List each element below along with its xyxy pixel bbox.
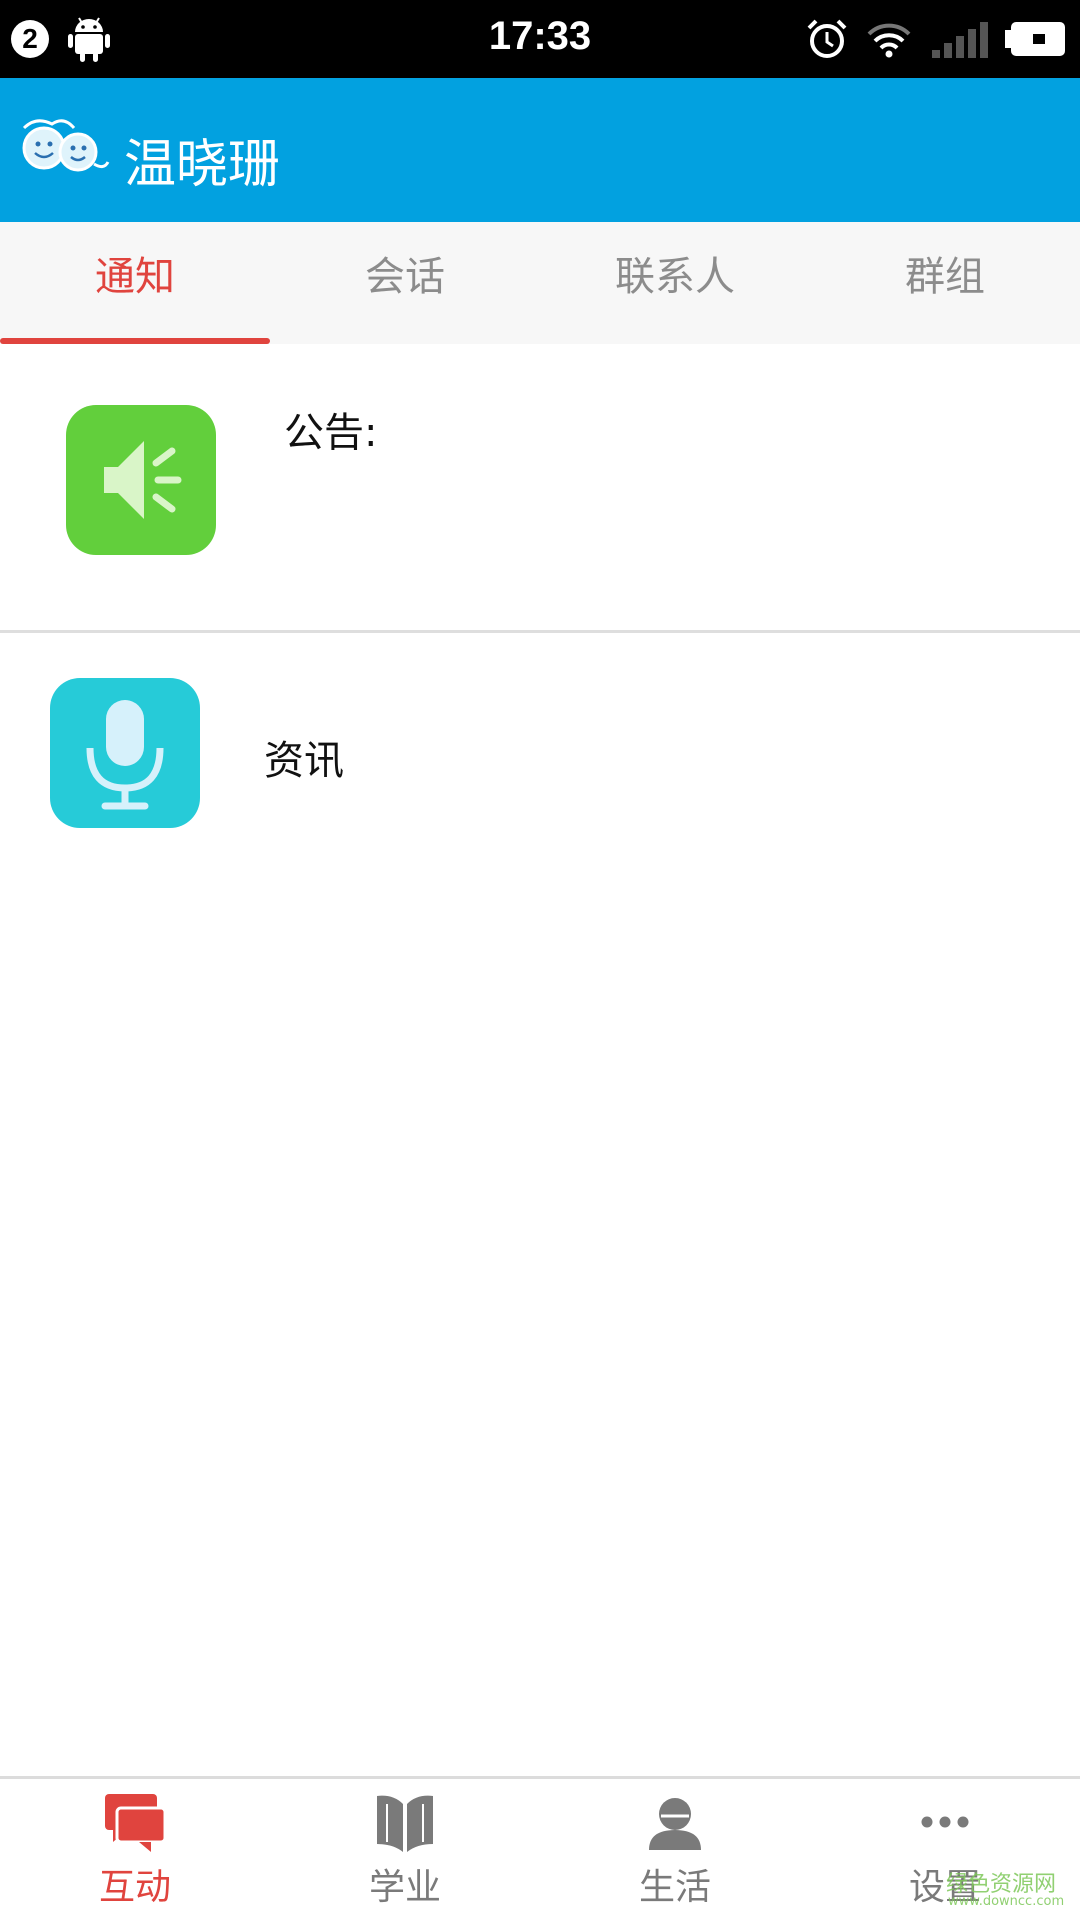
- microphone-icon: [86, 700, 164, 810]
- chat-bubbles-icon: [105, 1794, 167, 1852]
- signal-icon: [932, 22, 988, 58]
- wifi-icon: [867, 23, 911, 58]
- tab-contacts[interactable]: 联系人: [540, 222, 810, 344]
- status-bar: 2 17:33: [0, 0, 1080, 78]
- kids-faces-logo: [22, 119, 110, 172]
- announcement-label: 公告:: [284, 410, 378, 456]
- tab-notifications[interactable]: 通知: [0, 222, 270, 344]
- nav-label-life: 生活: [638, 1867, 711, 1908]
- book-icon: [377, 1795, 433, 1852]
- more-dots-icon: [921, 1816, 969, 1828]
- alarm-icon: [807, 19, 847, 58]
- nav-interaction[interactable]: 互动: [0, 1776, 270, 1920]
- news-tile: [50, 678, 200, 828]
- page-title: 温晓珊: [124, 135, 281, 195]
- person-icon: [649, 1798, 701, 1850]
- nav-label-interaction: 互动: [98, 1867, 171, 1908]
- news-label: 资讯: [264, 738, 344, 784]
- clock: 17:33: [488, 14, 592, 58]
- tab-groups[interactable]: 群组: [810, 222, 1080, 344]
- tab-conversations[interactable]: 会话: [270, 222, 540, 344]
- announcement-tile: [66, 405, 216, 555]
- nav-academics[interactable]: 学业: [270, 1776, 540, 1920]
- battery-charging-icon: [1005, 22, 1065, 56]
- nav-label-academics: 学业: [368, 1867, 441, 1908]
- speaker-icon: [104, 441, 182, 519]
- tab-bar: 通知 会话 联系人 群组: [0, 222, 1080, 344]
- nav-life[interactable]: 生活: [540, 1776, 810, 1920]
- watermark-url: www.downcc.com: [948, 1894, 1065, 1909]
